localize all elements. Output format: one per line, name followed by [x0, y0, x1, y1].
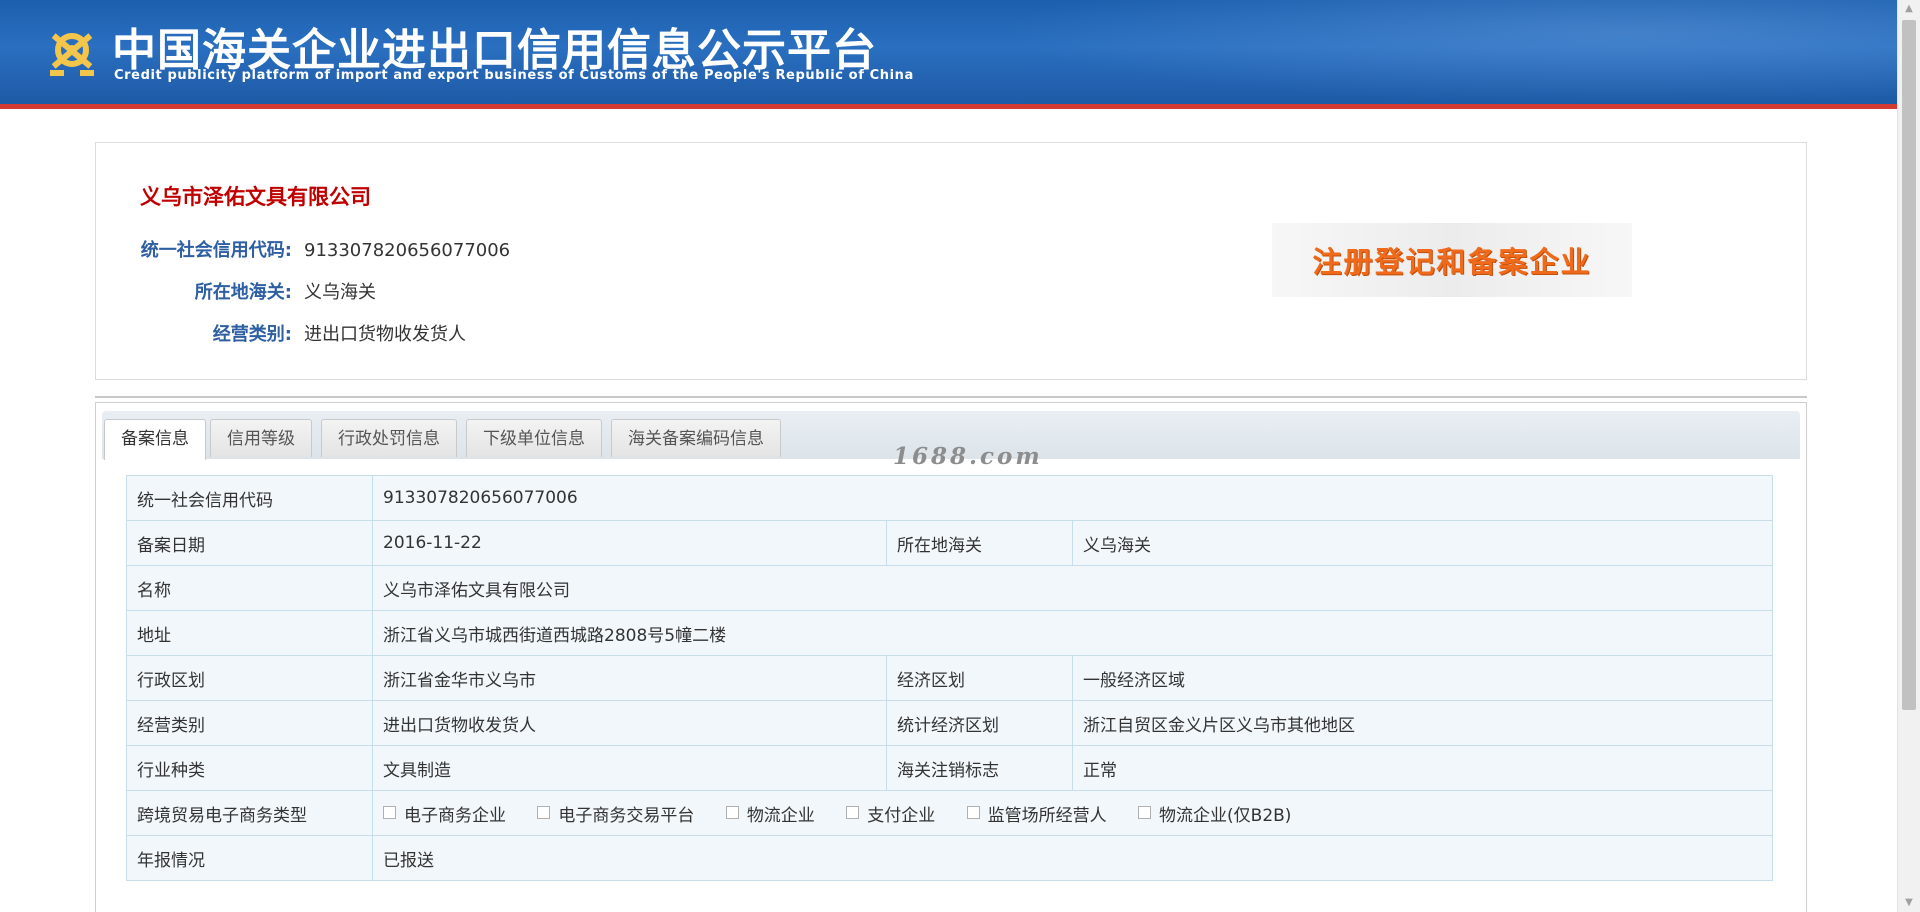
tab-filing-info[interactable]: 备案信息 — [104, 419, 206, 460]
cell-label: 经营类别 — [126, 700, 373, 746]
registration-badge-text: 注册登记和备案企业 — [1312, 245, 1592, 279]
ecommerce-option[interactable]: 监管场所经营人 — [966, 801, 1107, 826]
tab-subsidiary-info[interactable]: 下级单位信息 — [466, 419, 602, 457]
header-banner: 中国海关企业进出口信用信息公示平台 Credit publicity platf… — [0, 0, 1898, 109]
cell-value: 义乌海关 — [1071, 520, 1774, 566]
cell-value: 义乌市泽佑文具有限公司 — [371, 565, 1774, 611]
banner-glow — [998, 0, 1898, 104]
cell-value: 正常 — [1071, 745, 1774, 791]
cell-value: 浙江省金华市义乌市 — [372, 655, 887, 701]
checkbox[interactable] — [966, 805, 980, 819]
summary-label: 统一社会信用代码: — [140, 240, 292, 261]
filing-info-table: 统一社会信用代码 913307820656077006 备案日期 2016-11… — [126, 475, 1774, 881]
tab-penalty-info[interactable]: 行政处罚信息 — [321, 419, 457, 457]
cell-value: 已报送 — [371, 835, 1774, 881]
scroll-thumb[interactable] — [1902, 20, 1916, 710]
summary-credit-code: 统一社会信用代码: 913307820656077006 — [96, 236, 510, 262]
checkbox[interactable] — [1138, 805, 1152, 819]
cell-value: 文具制造 — [372, 745, 887, 791]
checkbox-label: 电子商务企业 — [404, 805, 506, 826]
company-summary: 义乌市泽佑文具有限公司 统一社会信用代码: 913307820656077006 … — [95, 142, 1807, 380]
cell-label: 年报情况 — [126, 835, 373, 881]
cell-value: 进出口货物收发货人 — [372, 700, 887, 746]
customs-emblem-icon — [50, 33, 94, 76]
cell-label: 行政区划 — [126, 655, 373, 701]
table-row: 年报情况 已报送 — [126, 835, 1774, 881]
scroll-down-arrow-icon[interactable]: ▼ — [1902, 896, 1916, 910]
cell-label: 统计经济区划 — [886, 700, 1073, 746]
table-row: 备案日期 2016-11-22 所在地海关 义乌海关 — [126, 520, 1774, 566]
watermark: 1688.com — [893, 443, 1043, 470]
checkbox-label: 电子商务交易平台 — [558, 805, 695, 826]
summary-business-type: 经营类别: 进出口货物收发货人 — [96, 320, 466, 346]
checkbox[interactable] — [537, 805, 551, 819]
cell-value: 浙江省义乌市城西街道西城路2808号5幢二楼 — [371, 610, 1774, 656]
checkbox-label: 物流企业 — [746, 805, 815, 826]
cell-label: 统一社会信用代码 — [126, 475, 373, 521]
page-scrollbar[interactable]: ▲ ▼ — [1897, 0, 1920, 912]
tab-credit-level[interactable]: 信用等级 — [210, 419, 312, 457]
table-row: 地址 浙江省义乌市城西街道西城路2808号5幢二楼 — [126, 610, 1774, 656]
checkbox[interactable] — [383, 805, 396, 819]
scroll-up-arrow-icon[interactable]: ▲ — [1902, 2, 1916, 16]
ecommerce-option[interactable]: 支付企业 — [846, 801, 935, 826]
cell-label: 地址 — [126, 610, 373, 656]
registration-badge: 注册登记和备案企业 — [1272, 223, 1632, 297]
cell-label: 名称 — [126, 565, 373, 611]
company-name: 义乌市泽佑文具有限公司 — [140, 185, 371, 209]
summary-label: 所在地海关: — [194, 282, 292, 303]
checkbox[interactable] — [846, 805, 860, 819]
cell-label: 海关注销标志 — [886, 745, 1073, 791]
checkbox-label: 物流企业(仅B2B) — [1159, 805, 1292, 826]
cell-value: 2016-11-22 — [372, 520, 887, 566]
cell-value: 913307820656077006 — [371, 475, 1774, 521]
cell-label: 跨境贸易电子商务类型 — [126, 790, 373, 836]
table-row: 行政区划 浙江省金华市义乌市 经济区划 一般经济区域 — [126, 655, 1774, 701]
summary-value: 进出口货物收发货人 — [304, 324, 466, 345]
ecommerce-option[interactable]: 电子商务交易平台 — [537, 801, 694, 826]
table-row: 经营类别 进出口货物收发货人 统计经济区划 浙江自贸区金义片区义乌市其他地区 — [126, 700, 1774, 746]
cell-label: 经济区划 — [886, 655, 1073, 701]
table-row: 统一社会信用代码 913307820656077006 — [126, 475, 1774, 521]
tab-panel: 备案信息 信用等级 行政处罚信息 下级单位信息 海关备案编码信息 1688.co… — [95, 402, 1807, 912]
summary-label: 经营类别: — [212, 324, 292, 345]
summary-customs: 所在地海关: 义乌海关 — [96, 278, 376, 304]
ecommerce-options: 电子商务企业 电子商务交易平台 物流企业 支付企业 监管场所经营人 物流企业(仅… — [371, 790, 1774, 836]
ecommerce-option[interactable]: 物流企业 — [725, 801, 815, 826]
table-row: 跨境贸易电子商务类型 电子商务企业 电子商务交易平台 物流企业 支付企业 监管场… — [126, 790, 1774, 836]
ecommerce-option[interactable]: 电子商务企业 — [383, 801, 506, 826]
cell-label: 行业种类 — [126, 745, 373, 791]
checkbox[interactable] — [725, 805, 739, 819]
cell-value: 浙江自贸区金义片区义乌市其他地区 — [1071, 700, 1774, 746]
ecommerce-option[interactable]: 物流企业(仅B2B) — [1138, 801, 1291, 826]
page: 中国海关企业进出口信用信息公示平台 Credit publicity platf… — [0, 0, 1920, 912]
cell-label: 备案日期 — [126, 520, 373, 566]
cell-label: 所在地海关 — [886, 520, 1073, 566]
checkbox-label: 监管场所经营人 — [987, 805, 1107, 826]
cell-value: 一般经济区域 — [1071, 655, 1774, 701]
checkbox-label: 支付企业 — [867, 805, 936, 826]
section-divider — [95, 396, 1807, 398]
tab-customs-code-info[interactable]: 海关备案编码信息 — [611, 419, 781, 457]
table-row: 行业种类 文具制造 海关注销标志 正常 — [126, 745, 1774, 791]
table-row: 名称 义乌市泽佑文具有限公司 — [126, 565, 1774, 611]
summary-value: 913307820656077006 — [304, 240, 511, 261]
summary-value: 义乌海关 — [304, 282, 376, 303]
site-subtitle: Credit publicity platform of import and … — [114, 68, 914, 83]
